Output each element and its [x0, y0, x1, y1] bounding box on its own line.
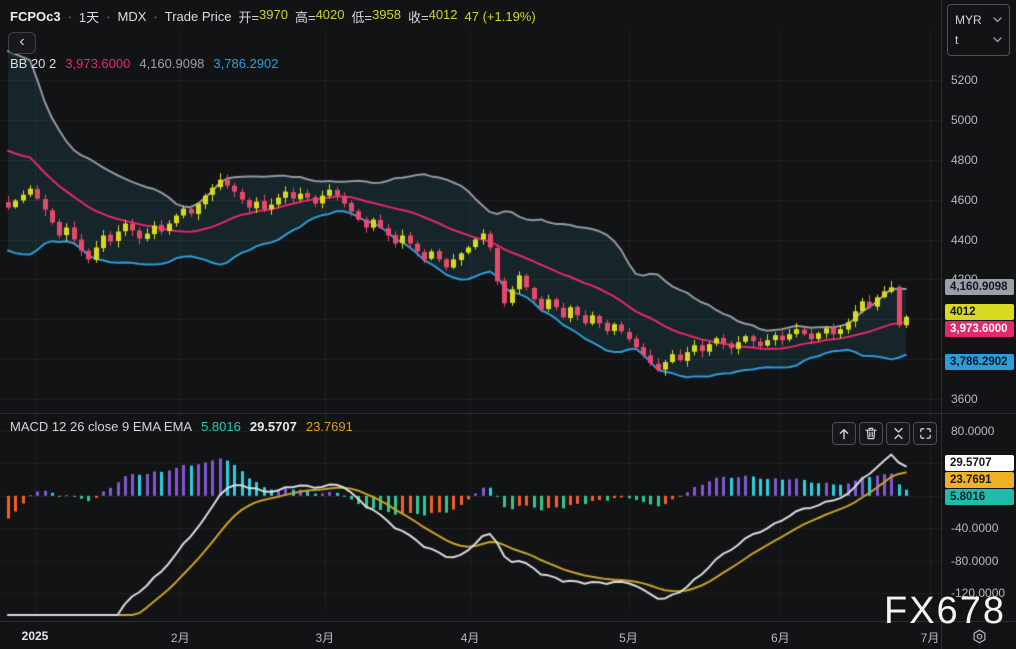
ohlc-high: 高= 4020 — [294, 7, 345, 25]
macd-value-badge: 29.5707 — [945, 454, 1014, 471]
ohlc-low: 低= 3958 — [351, 7, 401, 25]
collapse-pane-button[interactable] — [886, 422, 910, 445]
price-axis-tick: 3600 — [951, 392, 978, 406]
currency-dropdown[interactable]: MYR — [955, 13, 1002, 27]
currency-value: MYR — [955, 13, 982, 27]
macd-axis-tick: 80.0000 — [951, 424, 995, 438]
bb-basis-badge: 3,973.6000 — [945, 321, 1014, 338]
symbol-header: FCPOc3 · 1天 · MDX · Trade Price 开= 3970 … — [10, 7, 536, 26]
bb-basis-value: 3,973.6000 — [65, 56, 131, 71]
maximize-icon — [919, 428, 931, 439]
arrow-up-icon — [839, 428, 849, 439]
back-button[interactable]: ‹ — [8, 32, 36, 54]
macd-title: MACD 12 26 close 9 EMA EMA — [10, 419, 193, 434]
price-macd-chart-canvas[interactable] — [0, 0, 941, 621]
time-axis-label: 4月 — [460, 631, 480, 645]
symbol-name[interactable]: FCPOc3 — [10, 9, 61, 24]
price-axis-tick: 4600 — [951, 192, 978, 207]
ohlc-open: 开= 3970 — [238, 7, 288, 25]
pane-separator[interactable] — [0, 413, 1016, 414]
price-axis[interactable]: 520050004800460044004200360080.0000-40.0… — [941, 0, 1016, 621]
trading-chart-window: 520050004800460044004200360080.0000-40.0… — [0, 0, 1016, 649]
macd-indicator-legend[interactable]: MACD 12 26 close 9 EMA EMA 5.8016 29.570… — [10, 419, 353, 434]
chevron-down-icon — [993, 37, 1002, 43]
trash-icon — [865, 427, 877, 440]
ohlc-close: 收= 4012 — [408, 7, 458, 25]
price-axis-tick: 4400 — [951, 232, 978, 247]
price-axis-tick: 4800 — [951, 152, 978, 167]
time-axis-label: 2025 — [21, 629, 49, 643]
bb-title: BB 20 2 — [10, 56, 57, 71]
bb-upper-badge: 4,160.9098 — [945, 279, 1014, 296]
macd-signal-value: 23.7691 — [305, 419, 353, 434]
exchange-label: MDX — [117, 9, 147, 24]
time-axis[interactable]: 2025 2月 3月 4月 5月 6月 7月 — [0, 621, 1016, 649]
axis-unit-panel: MYR t — [947, 4, 1010, 56]
remove-indicator-button[interactable] — [859, 422, 883, 445]
interval-label[interactable]: 1天 — [79, 7, 99, 26]
bb-upper-value: 4,160.9098 — [139, 56, 205, 71]
bb-lower-value: 3,786.2902 — [213, 56, 279, 71]
bb-lower-badge: 3,786.2902 — [945, 353, 1014, 370]
macd-line-value: 29.5707 — [249, 419, 297, 434]
macd-axis-tick: -80.0000 — [951, 553, 999, 568]
macd-histogram-value: 5.8016 — [201, 419, 241, 434]
change-value: 47 (+1.19%) — [464, 9, 536, 24]
collapse-icon — [893, 427, 903, 440]
chevron-down-icon — [993, 17, 1002, 23]
header-separator: · — [153, 9, 158, 24]
chevron-left-icon: ‹ — [19, 33, 25, 50]
unit-value: t — [955, 33, 959, 47]
time-axis-label: 2月 — [170, 631, 190, 645]
price-axis-tick: 5200 — [951, 73, 978, 87]
macd-axis-tick: -40.0000 — [951, 521, 999, 536]
move-pane-up-button[interactable] — [832, 422, 856, 445]
bb-indicator-legend[interactable]: BB 20 2 3,973.6000 4,160.9098 3,786.2902 — [10, 56, 279, 71]
header-separator: · — [67, 9, 72, 24]
series-type-label: Trade Price — [164, 9, 232, 24]
time-axis-label: 5月 — [619, 631, 638, 645]
time-axis-label: 3月 — [315, 631, 335, 645]
macd-pane-toolbar — [832, 422, 937, 445]
unit-dropdown[interactable]: t — [955, 33, 1002, 47]
fx678-watermark: FX678 — [884, 590, 1006, 632]
hist-value-badge: 5.8016 — [945, 488, 1014, 505]
price-axis-tick: 5000 — [951, 112, 978, 127]
header-separator: · — [106, 9, 111, 24]
time-axis-label: 6月 — [770, 631, 790, 645]
last-price-badge: 4012 — [945, 304, 1014, 321]
signal-value-badge: 23.7691 — [945, 471, 1014, 488]
maximize-pane-button[interactable] — [913, 422, 937, 445]
